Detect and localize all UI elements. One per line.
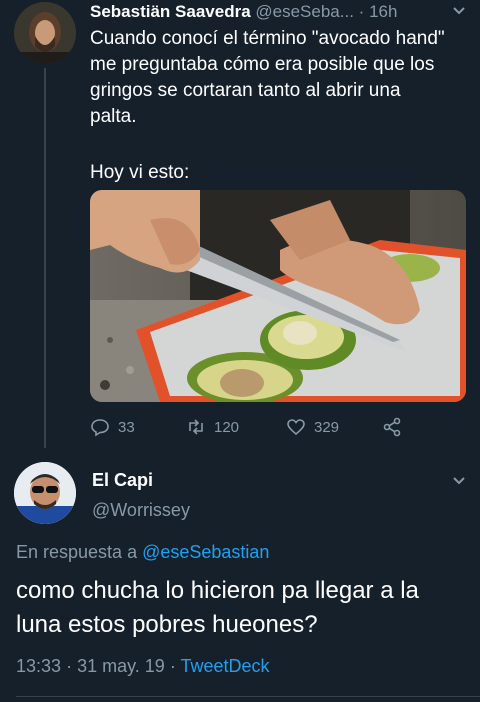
share-action[interactable]: [382, 414, 402, 440]
reply-time[interactable]: 13:33: [16, 656, 61, 676]
in-reply-handle-link[interactable]: @eseSebastian: [142, 542, 269, 562]
separator: ·: [169, 656, 176, 676]
retweet-action[interactable]: 120: [186, 414, 239, 440]
reply-date[interactable]: 31 may. 19: [77, 656, 165, 676]
retweet-count: 120: [214, 418, 240, 436]
divider: [16, 696, 480, 697]
separator: ·: [66, 656, 73, 676]
tweet-media-photo[interactable]: [90, 190, 466, 402]
avatar-el-capi[interactable]: [14, 462, 76, 524]
tweet-time[interactable]: 16h: [369, 2, 397, 21]
chevron-down-icon[interactable]: [452, 4, 466, 18]
avatar-sebastian[interactable]: [14, 2, 76, 64]
like-count: 329: [314, 418, 340, 436]
thread-line: [44, 68, 46, 448]
reply-header: El Capi @Worrissey: [92, 468, 452, 522]
tweet-header: Sebastiän Saavedra @eseSeba... · 16h: [90, 0, 470, 24]
author-handle[interactable]: @eseSeba...: [255, 2, 354, 21]
reply-source-link[interactable]: TweetDeck: [181, 656, 270, 676]
share-icon: [383, 417, 401, 437]
reply-text: como chucha lo hicieron pa llegar a la l…: [16, 577, 419, 638]
chevron-down-icon[interactable]: [452, 474, 466, 488]
tweet-text: Cuando conocí el término "avocado hand" …: [90, 28, 445, 127]
in-reply-to: En respuesta a @eseSebastian: [16, 540, 269, 564]
separator: ·: [358, 2, 365, 21]
reply-icon: [91, 419, 109, 437]
reply-author-handle[interactable]: @Worrissey: [92, 498, 452, 522]
in-reply-prefix: En respuesta a: [16, 542, 143, 562]
retweet-icon: [189, 419, 203, 435]
tweet-actions: 33 120 329: [90, 414, 470, 440]
reply-action[interactable]: 33: [90, 414, 135, 440]
like-icon: [287, 419, 305, 436]
author-name[interactable]: Sebastiän Saavedra: [90, 2, 251, 21]
reply-count: 33: [118, 418, 135, 436]
tweet-text-2: Hoy vi esto:: [90, 162, 190, 183]
reply-meta: 13:33 · 31 may. 19 · TweetDeck: [16, 654, 270, 678]
reply-author-name[interactable]: El Capi: [92, 468, 452, 492]
like-action[interactable]: 329: [286, 414, 339, 440]
